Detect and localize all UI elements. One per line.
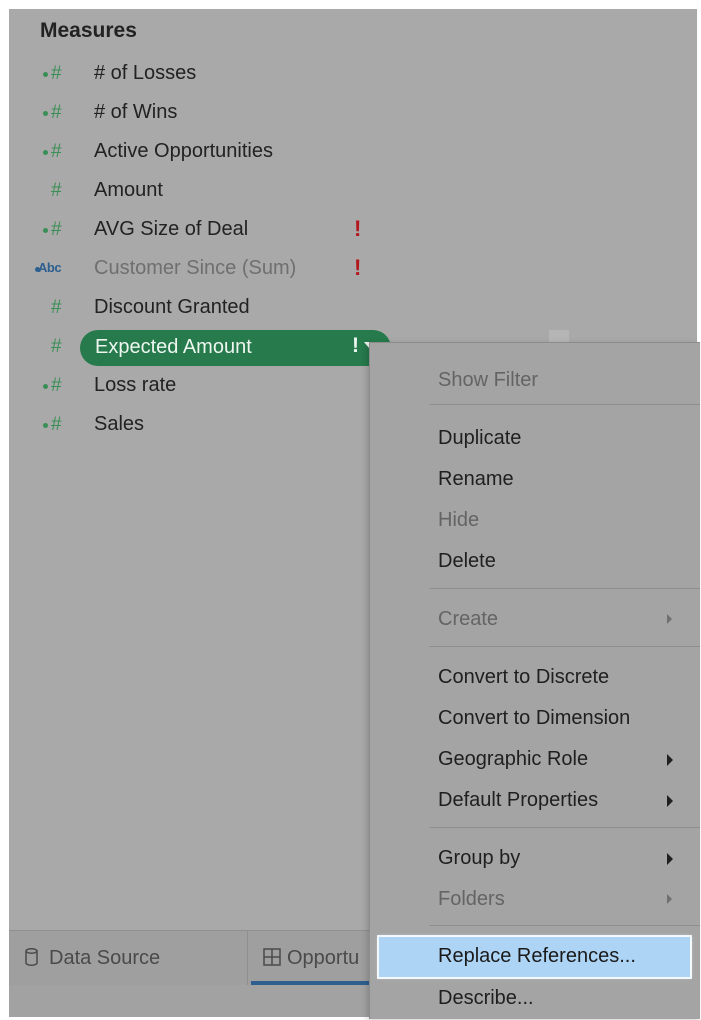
- menu-item-label: Rename: [438, 468, 514, 490]
- database-icon: [25, 948, 38, 966]
- menu-item-geographic-role[interactable]: Geographic Role: [370, 740, 700, 780]
- tab-divider: [247, 931, 248, 985]
- menu-item-convert-to-discrete[interactable]: Convert to Discrete: [370, 658, 700, 698]
- submenu-arrow-icon: [667, 754, 673, 766]
- warning-icon: !: [352, 334, 359, 357]
- tab-data-source[interactable]: Data Source: [9, 931, 247, 985]
- menu-item-group-by[interactable]: Group by: [370, 839, 700, 879]
- menu-item-replace-references[interactable]: Replace References...: [379, 937, 690, 977]
- menu-separator: [429, 588, 700, 589]
- field-context-menu: Show Filter Duplicate Rename Hide Delete…: [369, 342, 700, 1019]
- continuous-dot-icon: [43, 150, 48, 155]
- menu-item-create[interactable]: Create: [370, 600, 700, 640]
- field-amount[interactable]: # Amount: [9, 174, 439, 208]
- menu-item-label: Hide: [438, 509, 480, 531]
- menu-item-label: Geographic Role: [438, 748, 589, 770]
- hash-icon: #: [51, 141, 62, 162]
- submenu-arrow-icon: [667, 853, 673, 865]
- field-of-losses[interactable]: # # of Losses: [9, 57, 439, 91]
- field-name: Sales: [94, 413, 145, 435]
- menu-separator: [429, 925, 700, 926]
- selected-field-pill[interactable]: Expected Amount !: [80, 330, 391, 366]
- menu-item-label: Group by: [438, 847, 521, 869]
- menu-separator: [429, 404, 700, 405]
- hash-icon: #: [51, 414, 62, 435]
- submenu-arrow-icon: [667, 894, 672, 904]
- menu-item-delete[interactable]: Delete: [370, 542, 700, 582]
- field-avg-size-of-deal[interactable]: # AVG Size of Deal !: [9, 213, 439, 247]
- menu-item-describe[interactable]: Describe...: [370, 979, 700, 1019]
- menu-item-label: Convert to Dimension: [438, 707, 631, 729]
- field-name: Active Opportunities: [94, 140, 273, 162]
- tab-opportunities-sheet[interactable]: Opportu: [251, 931, 379, 985]
- field-active-opportunities[interactable]: # Active Opportunities: [9, 135, 439, 169]
- menu-item-label: Delete: [438, 550, 496, 572]
- field-name: Customer Since (Sum): [94, 257, 297, 279]
- hash-icon: #: [51, 375, 62, 396]
- field-discount-granted[interactable]: # Discount Granted: [9, 291, 439, 325]
- menu-item-label: Folders: [438, 888, 505, 910]
- field-name: # of Losses: [94, 62, 197, 84]
- field-of-wins[interactable]: # # of Wins: [9, 96, 439, 130]
- continuous-dot-icon: [43, 384, 48, 389]
- field-name: # of Wins: [94, 101, 178, 123]
- menu-separator: [429, 646, 700, 647]
- warning-icon: !: [354, 255, 362, 280]
- continuous-dot-icon: [43, 423, 48, 428]
- menu-item-label: Convert to Discrete: [438, 666, 610, 688]
- measures-heading: Measures: [40, 19, 137, 42]
- field-name: AVG Size of Deal: [94, 218, 249, 240]
- tab-label: Data Source: [49, 947, 161, 969]
- field-name: Loss rate: [94, 374, 177, 396]
- field-name: Expected Amount: [95, 336, 252, 358]
- warning-icon: !: [354, 216, 362, 241]
- menu-separator: [429, 827, 700, 828]
- abc-icon: Abc: [38, 260, 62, 275]
- hash-icon: #: [51, 102, 62, 123]
- menu-item-folders[interactable]: Folders: [370, 880, 700, 920]
- menu-item-label: Create: [438, 608, 499, 630]
- hash-icon: #: [51, 297, 62, 318]
- menu-item-label: Show Filter: [438, 369, 539, 391]
- continuous-dot-icon: [43, 228, 48, 233]
- field-customer-since-sum[interactable]: Abc Customer Since (Sum) !: [9, 252, 439, 286]
- submenu-arrow-icon: [667, 795, 673, 807]
- hash-icon: #: [51, 336, 62, 357]
- hash-icon: #: [51, 180, 62, 201]
- hash-icon: #: [51, 63, 62, 84]
- menu-item-label: Duplicate: [438, 427, 522, 449]
- continuous-dot-icon: [43, 72, 48, 77]
- menu-item-label: Default Properties: [438, 789, 599, 811]
- menu-item-label: Describe...: [438, 987, 534, 1009]
- menu-item-convert-to-dimension[interactable]: Convert to Dimension: [370, 699, 700, 739]
- menu-item-default-properties[interactable]: Default Properties: [370, 781, 700, 821]
- menu-item-label: Replace References...: [438, 945, 636, 967]
- hash-icon: #: [51, 219, 62, 240]
- field-name: Amount: [94, 179, 163, 201]
- field-name: Discount Granted: [94, 296, 250, 318]
- menu-item-show-filter[interactable]: Show Filter: [370, 361, 700, 401]
- grid-icon: [263, 948, 281, 966]
- menu-item-duplicate[interactable]: Duplicate: [370, 419, 700, 459]
- submenu-arrow-icon: [667, 614, 672, 624]
- menu-item-rename[interactable]: Rename: [370, 460, 700, 500]
- tab-label: Opportu: [287, 947, 360, 969]
- menu-item-hide[interactable]: Hide: [370, 501, 700, 541]
- continuous-dot-icon: [43, 111, 48, 116]
